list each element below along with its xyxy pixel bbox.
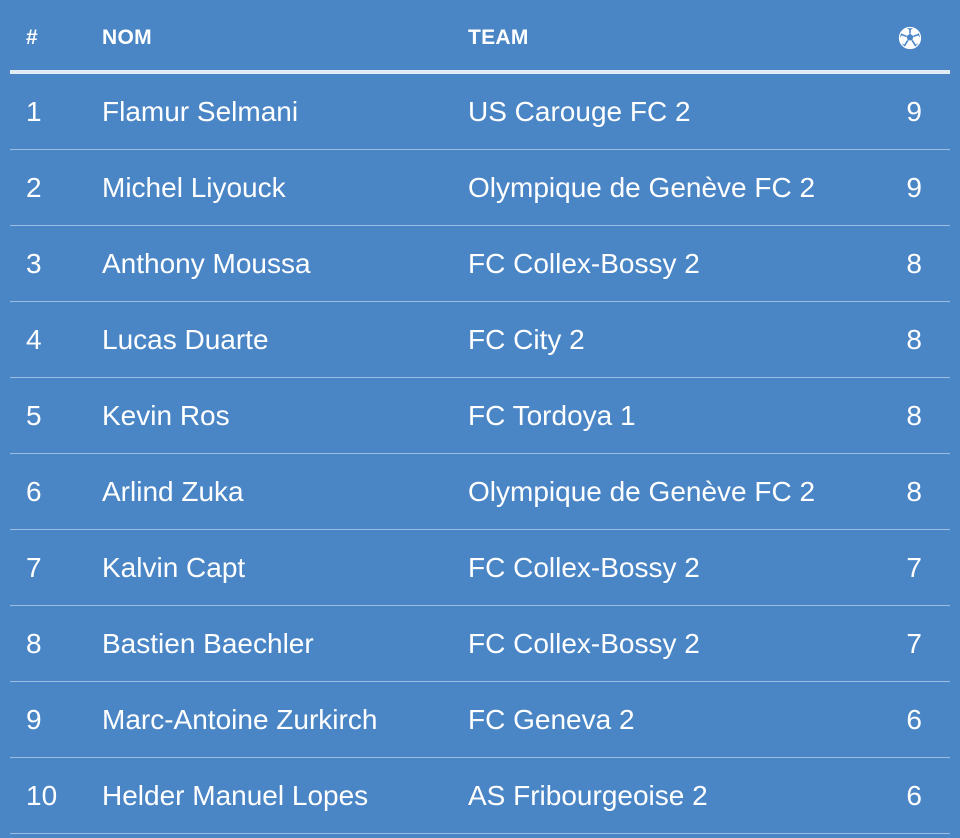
row-goals: 6 <box>906 779 922 811</box>
row-team-name: US Carouge FC 2 <box>468 95 691 127</box>
row-team-name: FC Tordoya 1 <box>468 399 636 431</box>
header-name: NOM <box>102 26 152 49</box>
row-rank: 2 <box>26 171 42 203</box>
row-team-name: FC Collex-Bossy 2 <box>468 247 700 279</box>
row-goals: 9 <box>906 171 922 203</box>
row-goals: 6 <box>906 703 922 735</box>
table-row[interactable]: 3 Anthony Moussa FC Collex-Bossy 2 8 <box>10 226 950 302</box>
row-team-name: FC Collex-Bossy 2 <box>468 627 700 659</box>
row-goals: 9 <box>906 95 922 127</box>
row-goals: 7 <box>906 551 922 583</box>
row-team-name: FC Geneva 2 <box>468 703 635 735</box>
row-player-name: Kalvin Capt <box>102 551 246 583</box>
row-goals: 7 <box>906 627 922 659</box>
row-player-name: Anthony Moussa <box>102 247 311 279</box>
table-row[interactable]: 1 Flamur Selmani US Carouge FC 2 9 <box>10 74 950 150</box>
table-row[interactable]: 9 Marc-Antoine Zurkirch FC Geneva 2 6 <box>10 682 950 758</box>
row-player-name: Kevin Ros <box>102 399 230 431</box>
table-row[interactable]: 6 Arlind Zuka Olympique de Genève FC 2 8 <box>10 454 950 530</box>
row-goals: 8 <box>906 399 922 431</box>
row-player-name: Flamur Selmani <box>102 95 299 127</box>
row-player-name: Helder Manuel Lopes <box>102 779 369 811</box>
table-row[interactable]: 10 Helder Manuel Lopes AS Fribourgeoise … <box>10 758 950 834</box>
row-rank: 9 <box>26 703 42 735</box>
table-row[interactable]: 5 Kevin Ros FC Tordoya 1 8 <box>10 378 950 454</box>
row-goals: 8 <box>906 475 922 507</box>
row-player-name: Lucas Duarte <box>102 323 269 355</box>
header-goals <box>888 20 950 50</box>
table-row[interactable]: 2 Michel Liyouck Olympique de Genève FC … <box>10 150 950 226</box>
row-team-name: FC City 2 <box>468 323 585 355</box>
row-rank: 5 <box>26 399 42 431</box>
row-team-name: Olympique de Genève FC 2 <box>468 475 816 507</box>
row-player-name: Bastien Baechler <box>102 627 314 659</box>
row-player-name: Michel Liyouck <box>102 171 286 203</box>
row-goals: 8 <box>906 323 922 355</box>
row-rank: 1 <box>26 95 42 127</box>
soccer-ball-icon <box>898 26 922 50</box>
table-row[interactable]: 8 Bastien Baechler FC Collex-Bossy 2 7 <box>10 606 950 682</box>
header-team: TEAM <box>468 26 529 49</box>
row-rank: 8 <box>26 627 42 659</box>
row-rank: 6 <box>26 475 42 507</box>
table-body: 1 Flamur Selmani US Carouge FC 2 9 2 Mic… <box>10 74 950 834</box>
row-team-name: FC Collex-Bossy 2 <box>468 551 700 583</box>
row-rank: 10 <box>26 779 58 811</box>
row-team-name: Olympique de Genève FC 2 <box>468 171 816 203</box>
row-rank: 3 <box>26 247 42 279</box>
table-row[interactable]: 7 Kalvin Capt FC Collex-Bossy 2 7 <box>10 530 950 606</box>
row-player-name: Marc-Antoine Zurkirch <box>102 703 378 735</box>
row-player-name: Arlind Zuka <box>102 475 244 507</box>
row-team-name: AS Fribourgeoise 2 <box>468 779 708 811</box>
header-rank: # <box>26 26 38 49</box>
scorers-table: # NOM TEAM 1 Flamur Selmani US Carouge F… <box>10 0 950 834</box>
row-goals: 8 <box>906 247 922 279</box>
table-header: # NOM TEAM <box>10 0 950 74</box>
row-rank: 4 <box>26 323 42 355</box>
table-row[interactable]: 4 Lucas Duarte FC City 2 8 <box>10 302 950 378</box>
row-rank: 7 <box>26 551 42 583</box>
